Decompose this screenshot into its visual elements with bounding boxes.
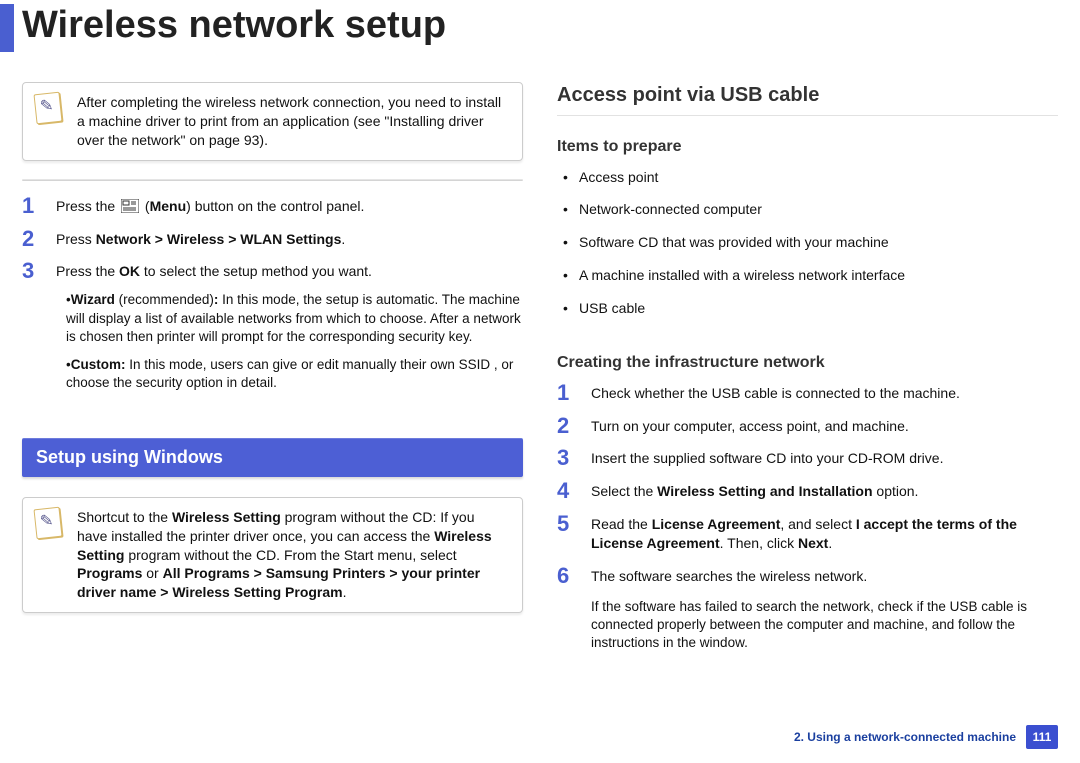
heading-access-point-usb: Access point via USB cable (557, 82, 1058, 116)
note-part: program without the CD. From the Start m… (124, 547, 456, 563)
page-header: Wireless network setup (0, 0, 1080, 52)
license-agreement-label: License Agreement (652, 516, 781, 532)
next-button-label: Next (798, 535, 828, 551)
two-column-layout: After completing the wireless network co… (0, 52, 1080, 667)
note-part: or (142, 565, 162, 581)
note-box-shortcut: Shortcut to the Wireless Setting program… (22, 497, 523, 613)
programs-label: Programs (77, 565, 142, 581)
infra-steps: 1Check whether the USB cable is connecte… (557, 384, 1058, 667)
step-text-part: Select the (591, 483, 657, 499)
step-2: 2 Press Network > Wireless > WLAN Settin… (22, 230, 523, 263)
menu-path: Network > Wireless > WLAN Settings (96, 231, 342, 247)
note-part: Shortcut to the (77, 509, 172, 525)
step-text: Check whether the USB cable is connected… (591, 385, 960, 401)
setup-steps: 1 Press the (Menu) button on the control… (22, 197, 523, 417)
infra-step-6: 6The software searches the wireless netw… (557, 567, 1058, 667)
note-part: . (343, 584, 347, 600)
page-number: 111 (1026, 725, 1058, 749)
step-text-part: to select the setup method you want. (140, 263, 372, 279)
list-item: Network-connected computer (563, 200, 1058, 233)
infra-step-1: 1Check whether the USB cable is connecte… (557, 384, 1058, 417)
list-item: A machine installed with a wireless netw… (563, 266, 1058, 299)
step-text-part: Press the (56, 263, 119, 279)
step-text-part: option. (873, 483, 919, 499)
step-text-part: . Then, click (720, 535, 798, 551)
wizard-option: •Wizard (recommended): In this mode, the… (66, 291, 523, 346)
wireless-setting-program-label: Wireless Setting Program (172, 584, 342, 600)
step-number: 2 (22, 224, 48, 254)
note-box-install-driver: After completing the wireless network co… (22, 82, 523, 161)
infra-step-3: 3Insert the supplied software CD into yo… (557, 449, 1058, 482)
infra-step-2: 2Turn on your computer, access point, an… (557, 417, 1058, 450)
step-3-sub: •Wizard (recommended): In this mode, the… (56, 291, 523, 392)
wizard-colon: : (214, 292, 222, 307)
step-text-part: Press the (56, 198, 119, 214)
step-number: 2 (557, 411, 583, 441)
wizard-rec: (recommended) (115, 292, 214, 307)
step-text: Insert the supplied software CD into you… (591, 450, 943, 466)
step-text-part: . (341, 231, 345, 247)
step-text: Turn on your computer, access point, and… (591, 418, 909, 434)
step-text-part: Press (56, 231, 96, 247)
step-number: 6 (557, 561, 583, 591)
left-column: After completing the wireless network co… (22, 82, 523, 667)
step-number: 1 (557, 378, 583, 408)
divider (22, 179, 523, 181)
gt: > (250, 565, 266, 581)
infra-step-6-note: If the software has failed to search the… (591, 598, 1058, 653)
wireless-setting-label: Wireless Setting (172, 509, 281, 525)
ok-label: OK (119, 263, 140, 279)
step-text-part: . (828, 535, 832, 551)
step-number: 3 (557, 443, 583, 473)
step-text-part: Read the (591, 516, 652, 532)
menu-label: Menu (150, 198, 187, 214)
page-title: Wireless network setup (22, 0, 446, 51)
step-1: 1 Press the (Menu) button on the control… (22, 197, 523, 230)
step-number: 5 (557, 509, 583, 539)
step-number: 1 (22, 191, 48, 221)
step-3: 3 Press the OK to select the setup metho… (22, 262, 523, 416)
list-item: USB cable (563, 299, 1058, 332)
note-text: After completing the wireless network co… (77, 94, 501, 148)
gt: > (386, 565, 402, 581)
list-item: Software CD that was provided with your … (563, 233, 1058, 266)
custom-label: Custom: (71, 357, 126, 372)
wizard-label: Wizard (71, 292, 115, 307)
custom-option: •Custom: In this mode, users can give or… (66, 356, 523, 392)
step-text-part: ) button on the control panel. (186, 198, 364, 214)
samsung-printers-label: Samsung Printers (266, 565, 386, 581)
items-to-prepare-list: Access point Network-connected computer … (563, 168, 1058, 332)
heading-items-to-prepare: Items to prepare (557, 136, 1058, 158)
menu-icon (121, 199, 139, 213)
header-accent-block (0, 4, 14, 52)
infra-step-4: 4Select the Wireless Setting and Install… (557, 482, 1058, 515)
list-item: Access point (563, 168, 1058, 201)
heading-creating-infra: Creating the infrastructure network (557, 352, 1058, 374)
step-text-part: , and select (780, 516, 856, 532)
all-programs-label: All Programs (163, 565, 250, 581)
step-number: 4 (557, 476, 583, 506)
footer-chapter: 2. Using a network-connected machine (794, 729, 1016, 745)
wireless-install-option: Wireless Setting and Installation (657, 483, 872, 499)
section-setup-windows: Setup using Windows (22, 438, 523, 476)
right-column: Access point via USB cable Items to prep… (557, 82, 1058, 667)
gt: > (156, 584, 172, 600)
step-sub-text: If the software has failed to search the… (591, 599, 1027, 650)
page-footer: 2. Using a network-connected machine 111 (794, 725, 1058, 749)
infra-step-5: 5Read the License Agreement, and select … (557, 515, 1058, 567)
step-number: 3 (22, 256, 48, 286)
custom-body: In this mode, users can give or edit man… (66, 357, 513, 390)
step-text: The software searches the wireless netwo… (591, 568, 867, 584)
